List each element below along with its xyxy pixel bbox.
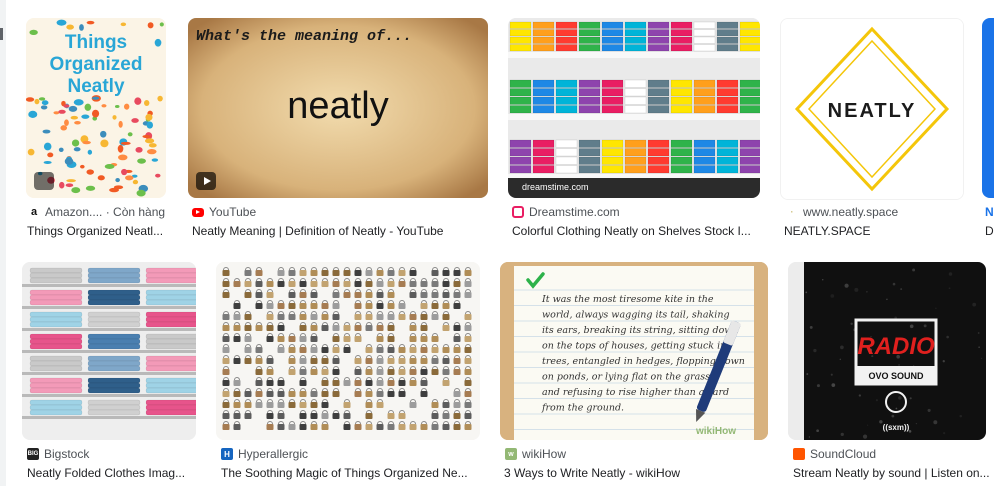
sxm-text: ((sxm)) [883,423,910,432]
thumbnail-amazon[interactable]: Things Organized Neatly [26,18,166,198]
neatly-logo-art: NEATLY [781,19,963,199]
book-cover-art: Things Organized Neatly [26,18,166,198]
source-neatly-space[interactable]: · www.neatly.space [786,204,962,220]
caption-amazon[interactable]: Things Organized Neatl... [27,224,169,242]
caption-dreamstime[interactable]: Colorful Clothing Neatly on Shelves Stoc… [512,224,760,242]
folded-clothes-art [22,262,196,440]
source-label: wikiHow [522,447,567,461]
edge-marker [0,28,3,40]
source-soundcloud[interactable]: SoundCloud [793,446,983,462]
source-bigstock[interactable]: BIG Bigstock [27,446,187,462]
thumb-question: What's the meaning of... [196,28,412,45]
handwriting-line: from the ground. [541,403,624,414]
handwriting-line: its ears, breaking its string, sitting d… [542,325,739,336]
caption-neatly-space[interactable]: NEATLY.SPACE [784,224,960,242]
source-amazon[interactable]: a Amazon.... · Còn hàng [28,204,168,220]
thumbnail-youtube[interactable]: What's the meaning of... neatly [188,18,488,198]
watermark-text: dreamstime.com [522,182,589,192]
handwriting-line: world, always wagging its tail, shaking [542,310,730,321]
thumbnail-wikihow[interactable]: It was the most tiresome kite in the worl… [500,262,768,440]
caption-bigstock[interactable]: Neatly Folded Clothes Imag... [27,466,195,484]
bigstock-icon: BIG [27,448,39,460]
cover-title-line3: Neatly [67,76,124,97]
dreamstime-icon [512,206,524,218]
neatly-icon: · [790,207,794,217]
hyperallergic-icon: H [221,448,233,460]
caption-hyperallergic[interactable]: The Soothing Magic of Things Organized N… [221,466,483,484]
shelves-art: dreamstime.com [508,18,760,198]
image-badge [34,172,54,190]
left-edge-scroll [0,0,6,486]
thumbnail-dreamstime[interactable]: dreamstime.com [508,18,760,198]
cover-title-line2: Organized [50,54,143,75]
amazon-icon: a [30,206,38,218]
source-label: Bigstock [44,447,90,461]
padlocks-art [216,262,480,440]
parchment-art: What's the meaning of... neatly [188,18,488,198]
source-partial[interactable]: N [985,204,994,220]
source-label: Amazon.... · Còn hàng [45,205,166,219]
thumb-word: neatly [287,85,388,127]
source-hyperallergic[interactable]: H Hyperallergic [221,446,421,462]
soundcloud-icon [793,448,805,460]
caption-wikihow[interactable]: 3 Ways to Write Neatly - wikiHow [504,466,768,484]
caption-soundcloud[interactable]: Stream Neatly by sound | Listen on... [793,466,993,484]
thumbnail-hyperallergic[interactable] [216,262,480,440]
thumbnail-bigstock[interactable] [22,262,196,440]
source-wikihow[interactable]: w wikiHow [505,446,705,462]
radio-cover-art: RADIO OVO SOUND ((sxm)) [788,262,986,440]
source-label: SoundCloud [810,447,877,461]
cover-title-line1: Things [65,32,127,53]
source-dreamstime[interactable]: Dreamstime.com [512,204,712,220]
caption-partial[interactable]: D [985,224,994,242]
source-label: www.neatly.space [803,205,899,219]
source-label: YouTube [209,205,257,219]
thumbnail-soundcloud[interactable]: RADIO OVO SOUND ((sxm)) [788,262,986,440]
youtube-icon [192,207,204,217]
neatly-logo-text: NEATLY [828,100,917,122]
thumbnail-partial[interactable] [982,18,994,198]
handwriting-line: and refusing to rise higher than a yard [542,387,729,398]
handwriting-line: on the tops of houses, getting stuck in [542,341,726,352]
source-label: Hyperallergic [238,447,309,461]
wikihow-icon: w [505,448,517,460]
wikihow-watermark: wikiHow [695,426,736,437]
caption-youtube[interactable]: Neatly Meaning | Definition of Neatly - … [192,224,492,242]
play-icon [196,172,216,190]
handwriting-line: on ponds, or lying flat on the grass [542,372,710,383]
thumbnail-neatly-space[interactable]: NEATLY [780,18,964,200]
source-youtube[interactable]: YouTube [192,204,392,220]
ovo-text: OVO SOUND [868,371,924,381]
radio-text: RADIO [857,333,935,360]
handwriting-art: It was the most tiresome kite in the worl… [500,262,768,440]
handwriting-line: It was the most tiresome kite in the [541,294,714,305]
source-label: Dreamstime.com [529,205,620,219]
